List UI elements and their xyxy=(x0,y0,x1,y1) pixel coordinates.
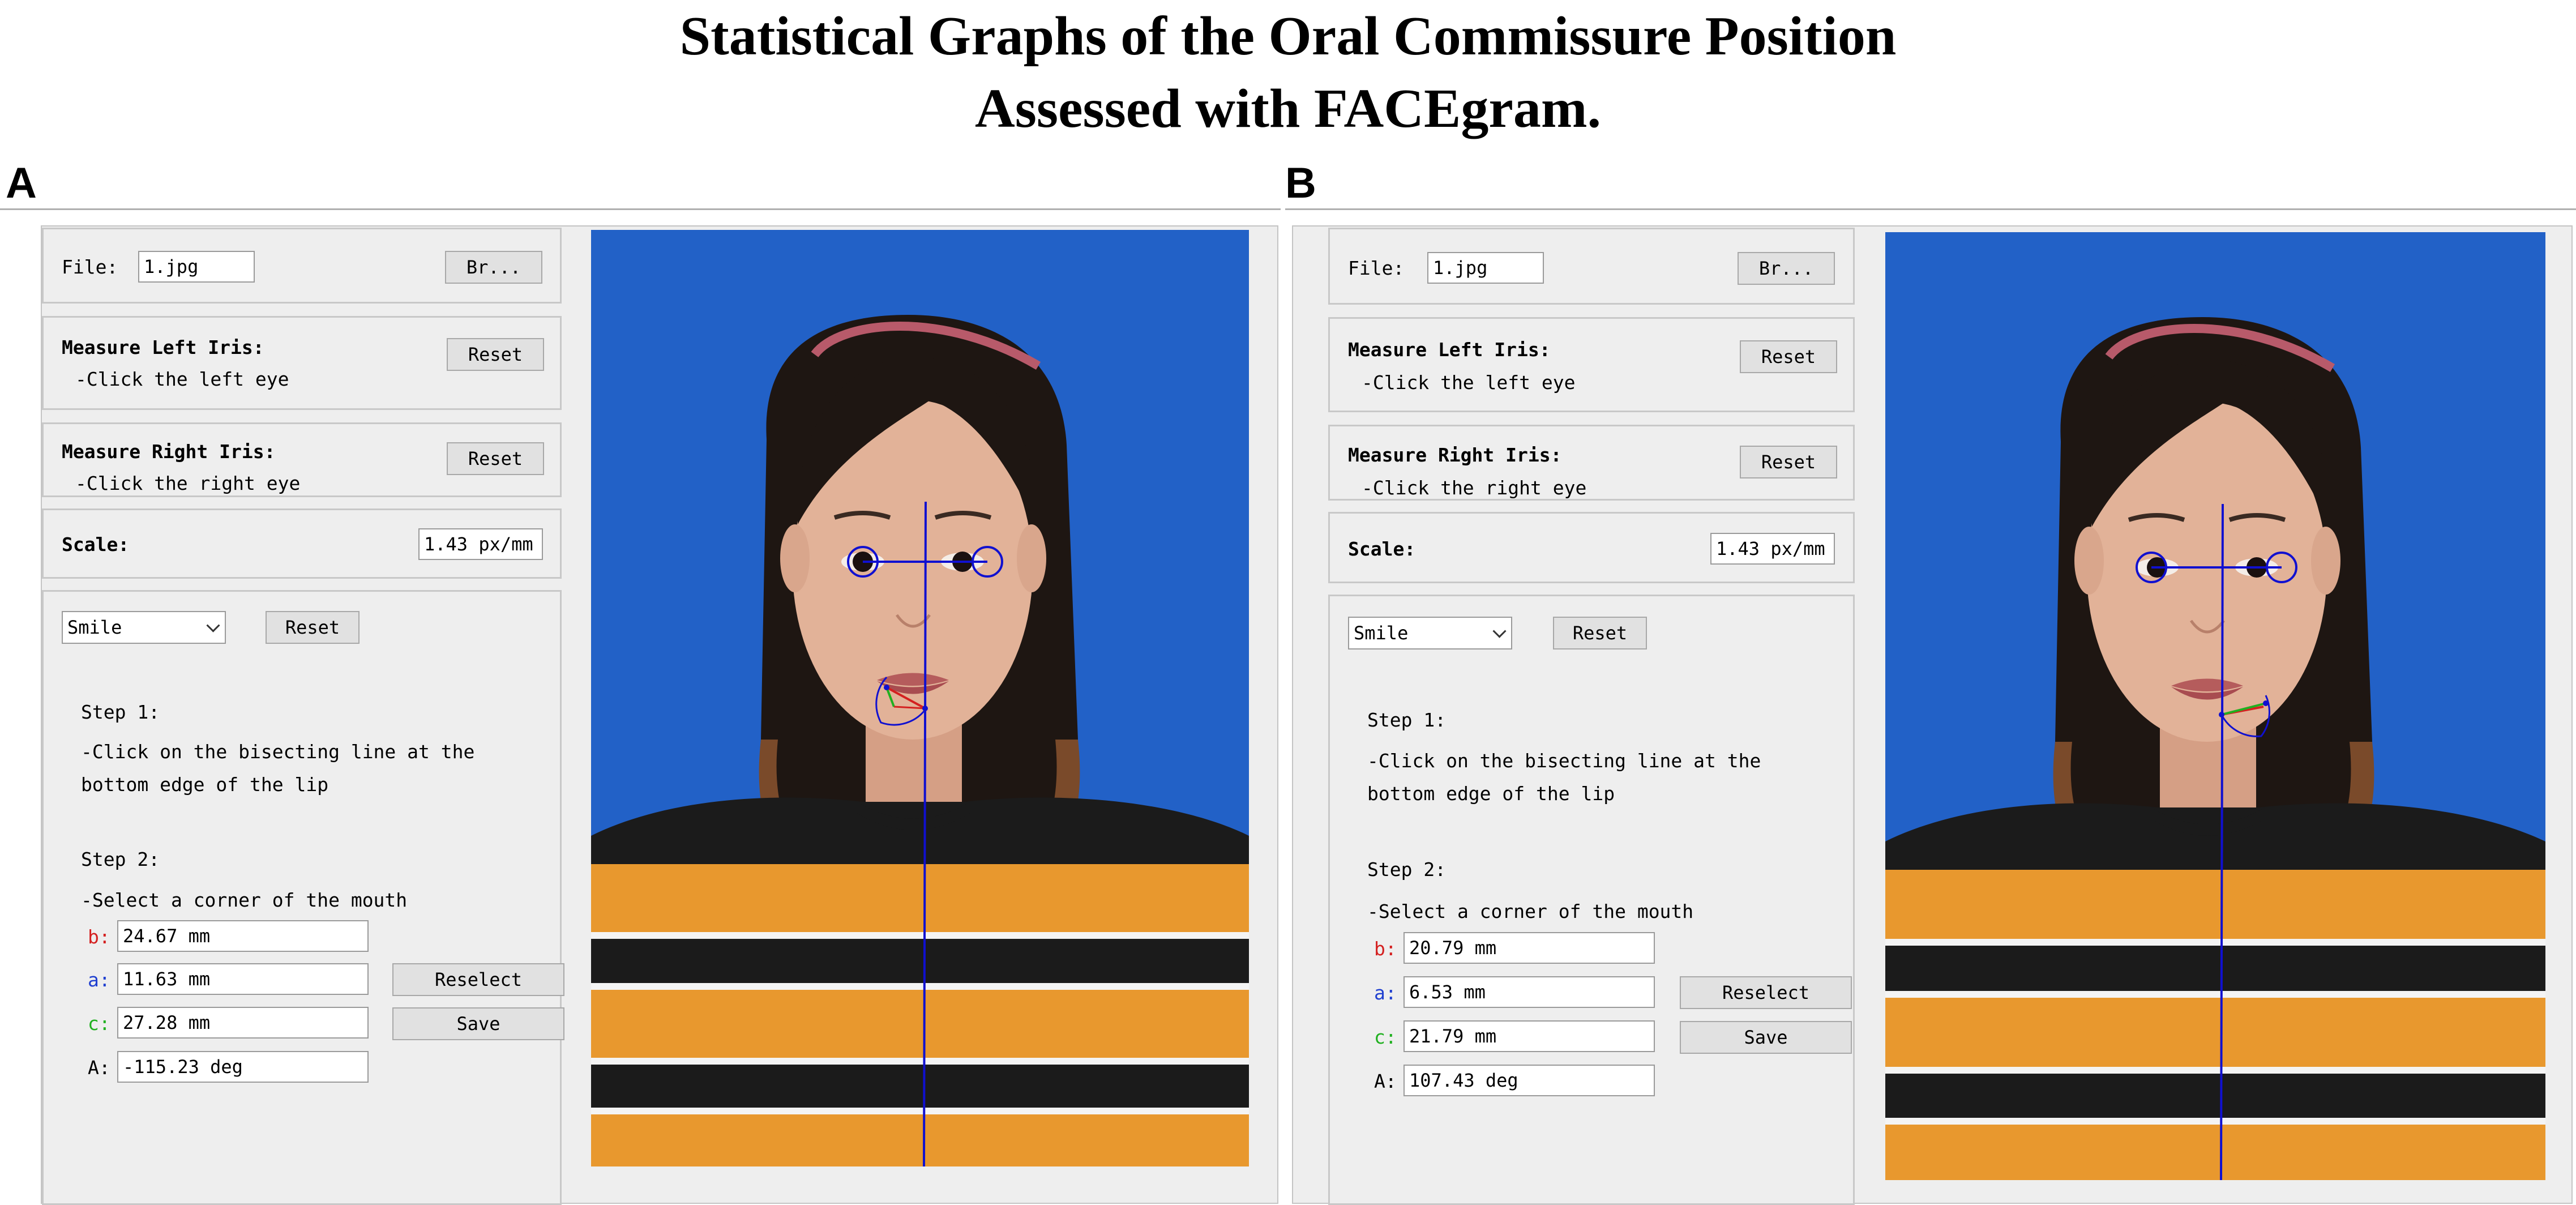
file-label: File: xyxy=(62,256,118,278)
right-iris-hint: -Click the right eye xyxy=(1362,477,1587,499)
scale-label: Scale: xyxy=(62,533,130,556)
right-iris-reset-button[interactable]: Reset xyxy=(1740,446,1837,478)
measurement-reset-button[interactable]: Reset xyxy=(266,611,360,644)
a-label: a: xyxy=(88,969,110,991)
panel-letter: A xyxy=(6,159,37,207)
step2-instruction: -Select a corner of the mouth xyxy=(1367,900,1694,922)
file-group: File: 1.jpg Br... xyxy=(1328,228,1855,305)
face-photo-canvas[interactable] xyxy=(591,230,1249,1166)
mode-select[interactable]: Smile xyxy=(1348,617,1512,649)
chevron-down-icon xyxy=(206,618,220,633)
scale-group: Scale: 1.43 px/mm xyxy=(1328,512,1855,583)
browse-button[interactable]: Br... xyxy=(445,251,542,284)
figure-title: Statistical Graphs of the Oral Commissur… xyxy=(0,0,2576,145)
left-iris-reset-button[interactable]: Reset xyxy=(447,338,544,371)
right-iris-reset-button[interactable]: Reset xyxy=(447,442,544,475)
scale-group: Scale: 1.43 px/mm xyxy=(42,509,562,579)
scale-field[interactable]: 1.43 px/mm xyxy=(1710,533,1835,565)
reselect-button[interactable]: Reselect xyxy=(1680,976,1852,1009)
c-label: c: xyxy=(88,1012,110,1035)
step1-title: Step 1: xyxy=(81,701,160,723)
step2-instruction: -Select a corner of the mouth xyxy=(81,889,408,911)
left-iris-group: Measure Left Iris: -Click the left eye R… xyxy=(1328,317,1855,412)
file-group: File: 1.jpg Br... xyxy=(42,228,562,304)
c-value-field[interactable]: 21.79 mm xyxy=(1403,1020,1655,1052)
facegram-window: File: 1.jpg Br... Measure Left Iris: -Cl… xyxy=(41,225,1278,1205)
b-value-field[interactable]: 24.67 mm xyxy=(117,920,369,952)
step1-instruction-line-2: bottom edge of the lip xyxy=(1367,783,1615,805)
step1-instruction-line-1: -Click on the bisecting line at the xyxy=(81,741,475,763)
right-iris-title: Measure Right Iris: xyxy=(1348,444,1562,466)
b-label: b: xyxy=(1374,938,1397,960)
face-photo-canvas[interactable] xyxy=(1885,232,2545,1180)
mode-select-value: Smile xyxy=(67,617,122,638)
b-label: b: xyxy=(88,926,110,948)
a-value-field[interactable]: 6.53 mm xyxy=(1403,976,1655,1008)
angle-label: A: xyxy=(88,1057,110,1079)
angle-value-field[interactable]: 107.43 deg xyxy=(1403,1065,1655,1096)
left-iris-reset-button[interactable]: Reset xyxy=(1740,340,1837,373)
left-iris-title: Measure Left Iris: xyxy=(1348,339,1551,361)
panel-letter: B xyxy=(1285,159,1316,207)
c-value-field[interactable]: 27.28 mm xyxy=(117,1007,369,1039)
face-photo[interactable] xyxy=(1885,232,2545,1180)
figure-title-line-1: Statistical Graphs of the Oral Commissur… xyxy=(679,6,1897,67)
measurement-group: Smile Reset Step 1: -Click on the bisect… xyxy=(42,590,564,1205)
scale-label: Scale: xyxy=(1348,538,1416,560)
save-button[interactable]: Save xyxy=(1680,1021,1852,1054)
browse-button[interactable]: Br... xyxy=(1738,252,1835,285)
mode-select-value: Smile xyxy=(1354,622,1409,644)
reselect-button[interactable]: Reselect xyxy=(392,963,564,996)
a-value-field[interactable]: 11.63 mm xyxy=(117,963,369,995)
facegram-window: File: 1.jpg Br... Measure Left Iris: -Cl… xyxy=(1292,225,2573,1205)
file-name-field[interactable]: 1.jpg xyxy=(1427,252,1544,284)
file-name-field[interactable]: 1.jpg xyxy=(138,251,255,283)
step2-title: Step 2: xyxy=(81,848,160,870)
b-value-field[interactable]: 20.79 mm xyxy=(1403,932,1655,964)
angle-label: A: xyxy=(1374,1070,1397,1092)
step1-instruction-line-2: bottom edge of the lip xyxy=(81,774,329,796)
c-label: c: xyxy=(1374,1026,1397,1048)
panel-b-divider xyxy=(1285,208,2576,210)
right-iris-hint: -Click the right eye xyxy=(75,472,301,494)
right-iris-group: Measure Right Iris: -Click the right eye… xyxy=(42,422,562,497)
scale-field[interactable]: 1.43 px/mm xyxy=(418,528,543,560)
face-photo[interactable] xyxy=(591,230,1249,1166)
chevron-down-icon xyxy=(1492,624,1507,638)
left-iris-hint: -Click the left eye xyxy=(75,368,289,390)
measurement-reset-button[interactable]: Reset xyxy=(1553,617,1647,649)
left-iris-hint: -Click the left eye xyxy=(1362,371,1576,394)
figure-title-line-2: Assessed with FACEgram. xyxy=(974,78,1602,139)
measurement-group: Smile Reset Step 1: -Click on the bisect… xyxy=(1328,595,1855,1205)
step2-title: Step 2: xyxy=(1367,858,1447,881)
right-iris-title: Measure Right Iris: xyxy=(62,441,276,463)
save-button[interactable]: Save xyxy=(392,1007,564,1040)
step1-title: Step 1: xyxy=(1367,709,1447,731)
file-label: File: xyxy=(1348,257,1405,279)
angle-value-field[interactable]: -115.23 deg xyxy=(117,1051,369,1083)
left-iris-title: Measure Left Iris: xyxy=(62,336,264,358)
right-iris-group: Measure Right Iris: -Click the right eye… xyxy=(1328,425,1855,501)
mode-select[interactable]: Smile xyxy=(62,611,226,644)
a-label: a: xyxy=(1374,982,1397,1004)
panel-a-divider xyxy=(0,208,1281,210)
left-iris-group: Measure Left Iris: -Click the left eye R… xyxy=(42,316,562,410)
step1-instruction-line-1: -Click on the bisecting line at the xyxy=(1367,750,1761,772)
